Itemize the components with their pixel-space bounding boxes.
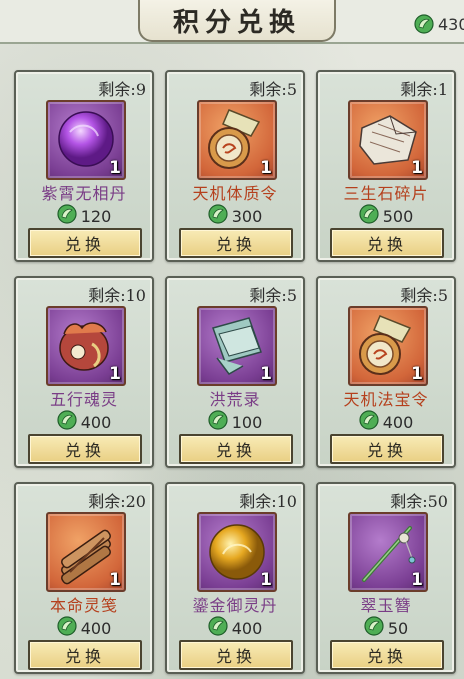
item-card[interactable]: 剩余:5 1 洪荒录 100 兑换: [165, 276, 305, 468]
item-quantity: 1: [411, 364, 423, 384]
currency-amount: 430: [438, 14, 464, 34]
item-price: 400: [318, 410, 454, 434]
item-card[interactable]: 剩余:10 1 五行魂灵 400 兑换: [14, 276, 154, 468]
item-icon-frame[interactable]: 1: [46, 512, 126, 592]
currency-display: 430: [414, 14, 464, 34]
item-quantity: 1: [260, 158, 272, 178]
item-name: 紫霄无相丹: [41, 184, 127, 203]
exchange-button[interactable]: 兑换: [330, 640, 444, 670]
item-icon-frame[interactable]: 1: [348, 512, 428, 592]
item-quantity: 1: [109, 570, 121, 590]
item-price: 400: [16, 410, 152, 434]
item-name: 五行魂灵: [49, 390, 118, 409]
remaining-count: 剩余:20: [88, 492, 146, 511]
price-value: 300: [231, 206, 263, 226]
item-quantity: 1: [109, 364, 121, 384]
jade-leaf-icon: [364, 616, 384, 640]
item-icon-frame[interactable]: 1: [46, 306, 126, 386]
exchange-button[interactable]: 兑换: [330, 228, 444, 258]
item-price: 400: [167, 616, 303, 640]
remaining-count: 剩余:10: [88, 286, 146, 305]
item-card[interactable]: 剩余:5 1 天机体质令 300 兑换: [165, 70, 305, 262]
item-quantity: 1: [260, 570, 272, 590]
item-price: 500: [318, 204, 454, 228]
item-price: 50: [318, 616, 454, 640]
item-name: 天机法宝令: [343, 390, 429, 409]
price-value: 100: [231, 412, 263, 432]
item-price: 400: [16, 616, 152, 640]
item-name: 本命灵笺: [49, 596, 118, 615]
item-quantity: 1: [411, 158, 423, 178]
item-card[interactable]: 剩余:10 1 鎏金御灵丹 400 兑换: [165, 482, 305, 674]
item-icon-frame[interactable]: 1: [348, 306, 428, 386]
item-icon-frame[interactable]: 1: [197, 512, 277, 592]
jade-leaf-icon: [359, 204, 379, 228]
exchange-button[interactable]: 兑换: [179, 640, 293, 670]
item-quantity: 1: [260, 364, 272, 384]
jade-leaf-icon: [57, 410, 77, 434]
item-card[interactable]: 剩余:1 1 三生石碎片 500 兑换: [316, 70, 456, 262]
exchange-button[interactable]: 兑换: [28, 228, 142, 258]
item-icon-frame[interactable]: 1: [197, 306, 277, 386]
remaining-count: 剩余:9: [98, 80, 146, 99]
price-value: 500: [382, 206, 414, 226]
item-name: 天机体质令: [192, 184, 278, 203]
header-bar: 积分兑换 430: [0, 0, 464, 44]
item-icon-frame[interactable]: 1: [197, 100, 277, 180]
item-name: 洪荒录: [209, 390, 261, 409]
jade-leaf-icon: [208, 204, 228, 228]
item-card[interactable]: 剩余:9 1 紫霄无相丹 120 兑换: [14, 70, 154, 262]
item-quantity: 1: [411, 570, 423, 590]
exchange-button[interactable]: 兑换: [179, 228, 293, 258]
exchange-button[interactable]: 兑换: [179, 434, 293, 464]
price-value: 400: [80, 618, 112, 638]
remaining-count: 剩余:10: [239, 492, 297, 511]
item-name: 翠玉簪: [360, 596, 412, 615]
jade-leaf-icon: [57, 616, 77, 640]
remaining-count: 剩余:5: [249, 80, 297, 99]
remaining-count: 剩余:50: [390, 492, 448, 511]
price-value: 50: [387, 618, 409, 638]
title-banner: 积分兑换: [138, 0, 336, 42]
price-value: 120: [80, 206, 112, 226]
item-name: 三生石碎片: [343, 184, 429, 203]
item-price: 100: [167, 410, 303, 434]
remaining-count: 剩余:5: [400, 286, 448, 305]
remaining-count: 剩余:5: [249, 286, 297, 305]
price-value: 400: [80, 412, 112, 432]
jade-leaf-icon: [208, 616, 228, 640]
item-card[interactable]: 剩余:5 1 天机法宝令 400 兑换: [316, 276, 456, 468]
page-title: 积分兑换: [172, 7, 301, 38]
item-price: 300: [167, 204, 303, 228]
jade-leaf-icon: [57, 204, 77, 228]
price-value: 400: [382, 412, 414, 432]
price-value: 400: [231, 618, 263, 638]
remaining-count: 剩余:1: [400, 80, 448, 99]
exchange-button[interactable]: 兑换: [330, 434, 444, 464]
item-price: 120: [16, 204, 152, 228]
exchange-button[interactable]: 兑换: [28, 434, 142, 464]
exchange-button[interactable]: 兑换: [28, 640, 142, 670]
item-card[interactable]: 剩余:50 1 翠玉簪 50 兑换: [316, 482, 456, 674]
item-quantity: 1: [109, 158, 121, 178]
item-icon-frame[interactable]: 1: [348, 100, 428, 180]
item-name: 鎏金御灵丹: [192, 596, 278, 615]
jade-leaf-icon: [359, 410, 379, 434]
item-icon-frame[interactable]: 1: [46, 100, 126, 180]
item-card[interactable]: 剩余:20 1 本命灵笺 400 兑换: [14, 482, 154, 674]
jade-leaf-icon: [414, 14, 434, 34]
jade-leaf-icon: [208, 410, 228, 434]
